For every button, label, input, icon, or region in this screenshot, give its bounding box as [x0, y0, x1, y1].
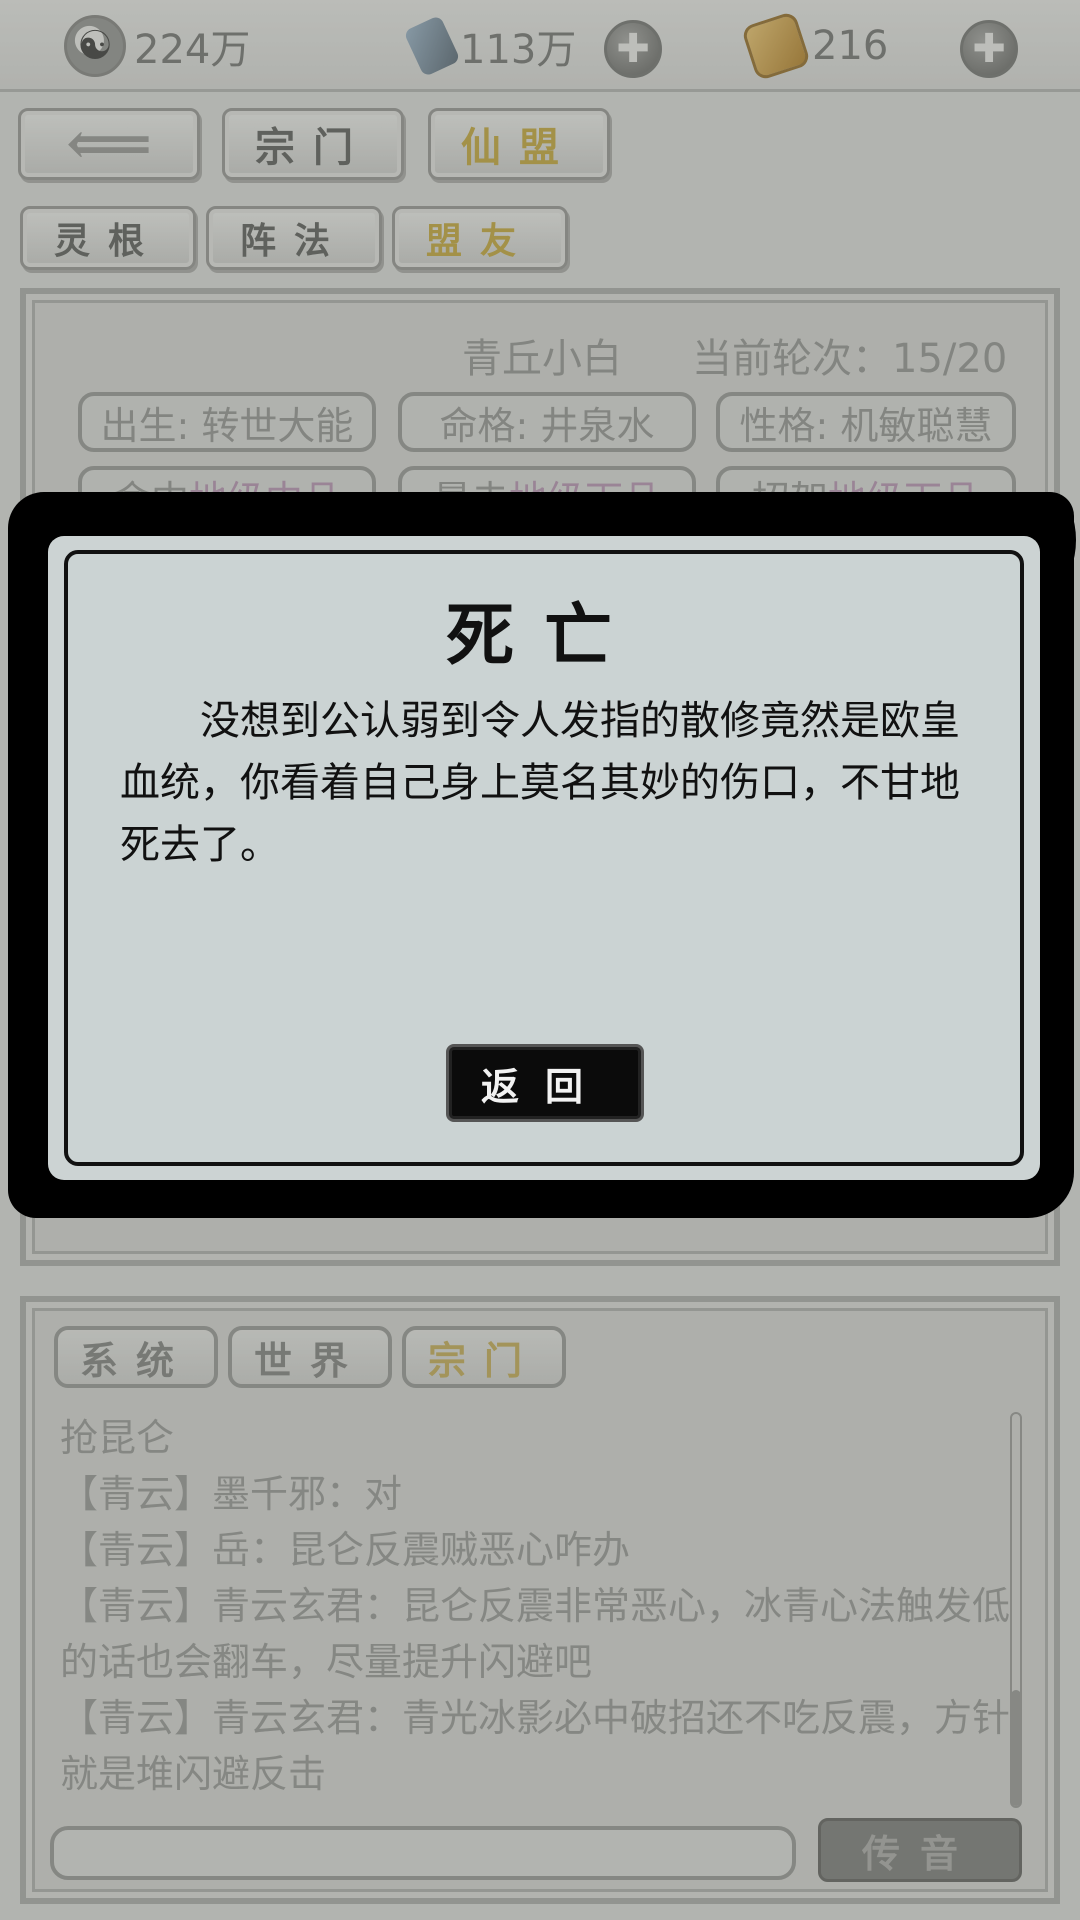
return-button[interactable]: 返回 [446, 1044, 644, 1122]
dialog-message: 没想到公认弱到令人发指的散修竟然是欧皇血统，你看着自己身上莫名其妙的伤口，不甘地… [120, 698, 960, 868]
ink-splatter [8, 540, 48, 630]
ink-splatter [1040, 500, 1076, 580]
ink-splatter [980, 1180, 1040, 1206]
ink-splatter [60, 1180, 180, 1210]
game-screen: ☯ 224万 113万 ✚ 216 ✚ ⟸ 宗门 仙盟 灵根 阵法 盟友 青丘小… [0, 0, 1080, 1920]
dialog-title: 死亡 [445, 596, 642, 676]
